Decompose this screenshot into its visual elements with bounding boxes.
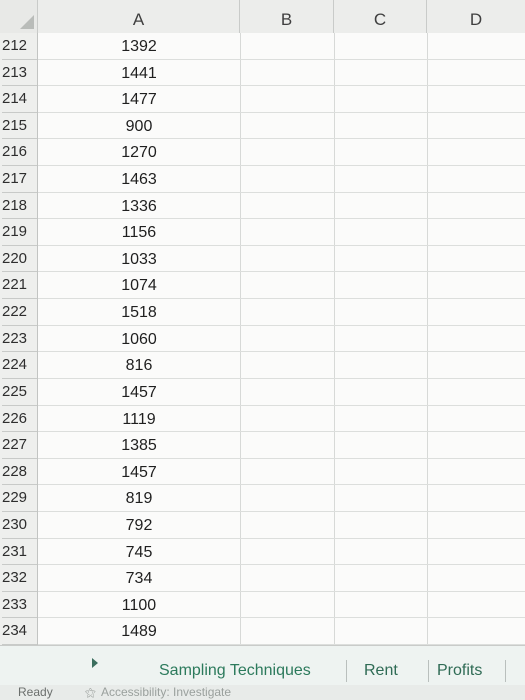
row-header[interactable]: 217 (2, 166, 37, 193)
row-header[interactable]: 223 (2, 326, 37, 353)
row-header[interactable]: 215 (2, 113, 37, 140)
accessibility-icon[interactable]: ⚝ (85, 687, 97, 699)
cell-a[interactable]: 1457 (38, 379, 240, 406)
cell-a[interactable]: 1463 (38, 166, 240, 193)
select-all-icon[interactable] (0, 0, 38, 33)
cell-a[interactable]: 792 (38, 512, 240, 539)
row-header[interactable]: 222 (2, 299, 37, 326)
sheet-tab-bar: Sampling Techniques Rent Profits (0, 645, 525, 686)
column-header-a[interactable]: A (38, 0, 240, 33)
column-header-row: A B C D (0, 0, 525, 34)
row-header[interactable]: 221 (2, 272, 37, 300)
status-bar: Ready ⚝ Accessibility: Investigate (0, 685, 525, 700)
cell-a[interactable]: 1336 (38, 193, 240, 220)
cell-a[interactable]: 1518 (38, 299, 240, 326)
row-header[interactable]: 220 (2, 246, 37, 273)
row-header[interactable]: 229 (2, 485, 37, 512)
row-header[interactable]: 228 (2, 459, 37, 486)
cell-a[interactable]: 819 (38, 485, 240, 512)
status-ready: Ready (18, 685, 53, 699)
tab-sampling-techniques[interactable]: Sampling Techniques (153, 656, 317, 686)
spreadsheet-window: A B C D 212 213 214 215 216 217 218 219 220 221 22… (0, 0, 525, 700)
row-header[interactable]: 225 (2, 379, 37, 406)
tab-profits[interactable]: Profits (431, 656, 488, 686)
cell-a[interactable]: 1033 (38, 246, 240, 273)
row-header-column: 212 213 214 215 216 217 218 219 220 221 222 223 224 2… (0, 33, 38, 645)
cell-a[interactable]: 1156 (38, 219, 240, 246)
tab-rent[interactable]: Rent (358, 656, 404, 686)
row-header[interactable]: 213 (2, 60, 37, 87)
cell-a[interactable]: 900 (38, 113, 240, 140)
scroll-right-icon[interactable] (92, 658, 98, 668)
row-header[interactable]: 212 (2, 33, 37, 60)
column-header-b[interactable]: B (240, 0, 334, 33)
row-header[interactable]: 234 (2, 618, 37, 645)
cell-a[interactable]: 1477 (38, 86, 240, 113)
column-header-c[interactable]: C (334, 0, 427, 33)
row-header[interactable]: 219 (2, 219, 37, 246)
cell-a[interactable]: 1457 (38, 459, 240, 486)
cell-a[interactable]: 734 (38, 565, 240, 592)
cell-a[interactable]: 1119 (38, 406, 240, 433)
cell-a[interactable]: 1441 (38, 60, 240, 87)
cell-a[interactable]: 1060 (38, 326, 240, 353)
row-header[interactable]: 226 (2, 406, 37, 433)
row-header[interactable]: 214 (2, 86, 37, 113)
row-header[interactable]: 227 (2, 432, 37, 459)
cell-a[interactable]: 1489 (38, 618, 240, 645)
cell-a[interactable]: 1385 (38, 432, 240, 459)
row-header[interactable]: 230 (2, 512, 37, 539)
cell-a[interactable]: 816 (38, 352, 240, 379)
row-header[interactable]: 224 (2, 352, 37, 379)
accessibility-status[interactable]: Accessibility: Investigate (101, 685, 291, 700)
row-header[interactable]: 232 (2, 565, 37, 592)
row-header[interactable]: 233 (2, 592, 37, 619)
row-header[interactable]: 216 (2, 139, 37, 167)
cell-a[interactable]: 1074 (38, 272, 240, 299)
cell-grid[interactable]: 1392 1441 1477 900 1270 1463 1336 1156 1033 1074 1… (38, 33, 525, 645)
column-header-d[interactable]: D (427, 0, 525, 33)
row-header[interactable]: 231 (2, 539, 37, 566)
cell-a[interactable]: 745 (38, 539, 240, 566)
row-header[interactable]: 218 (2, 193, 37, 220)
cell-a[interactable]: 1270 (38, 139, 240, 166)
cell-a[interactable]: 1100 (38, 592, 240, 619)
cell-a[interactable]: 1392 (38, 33, 240, 60)
